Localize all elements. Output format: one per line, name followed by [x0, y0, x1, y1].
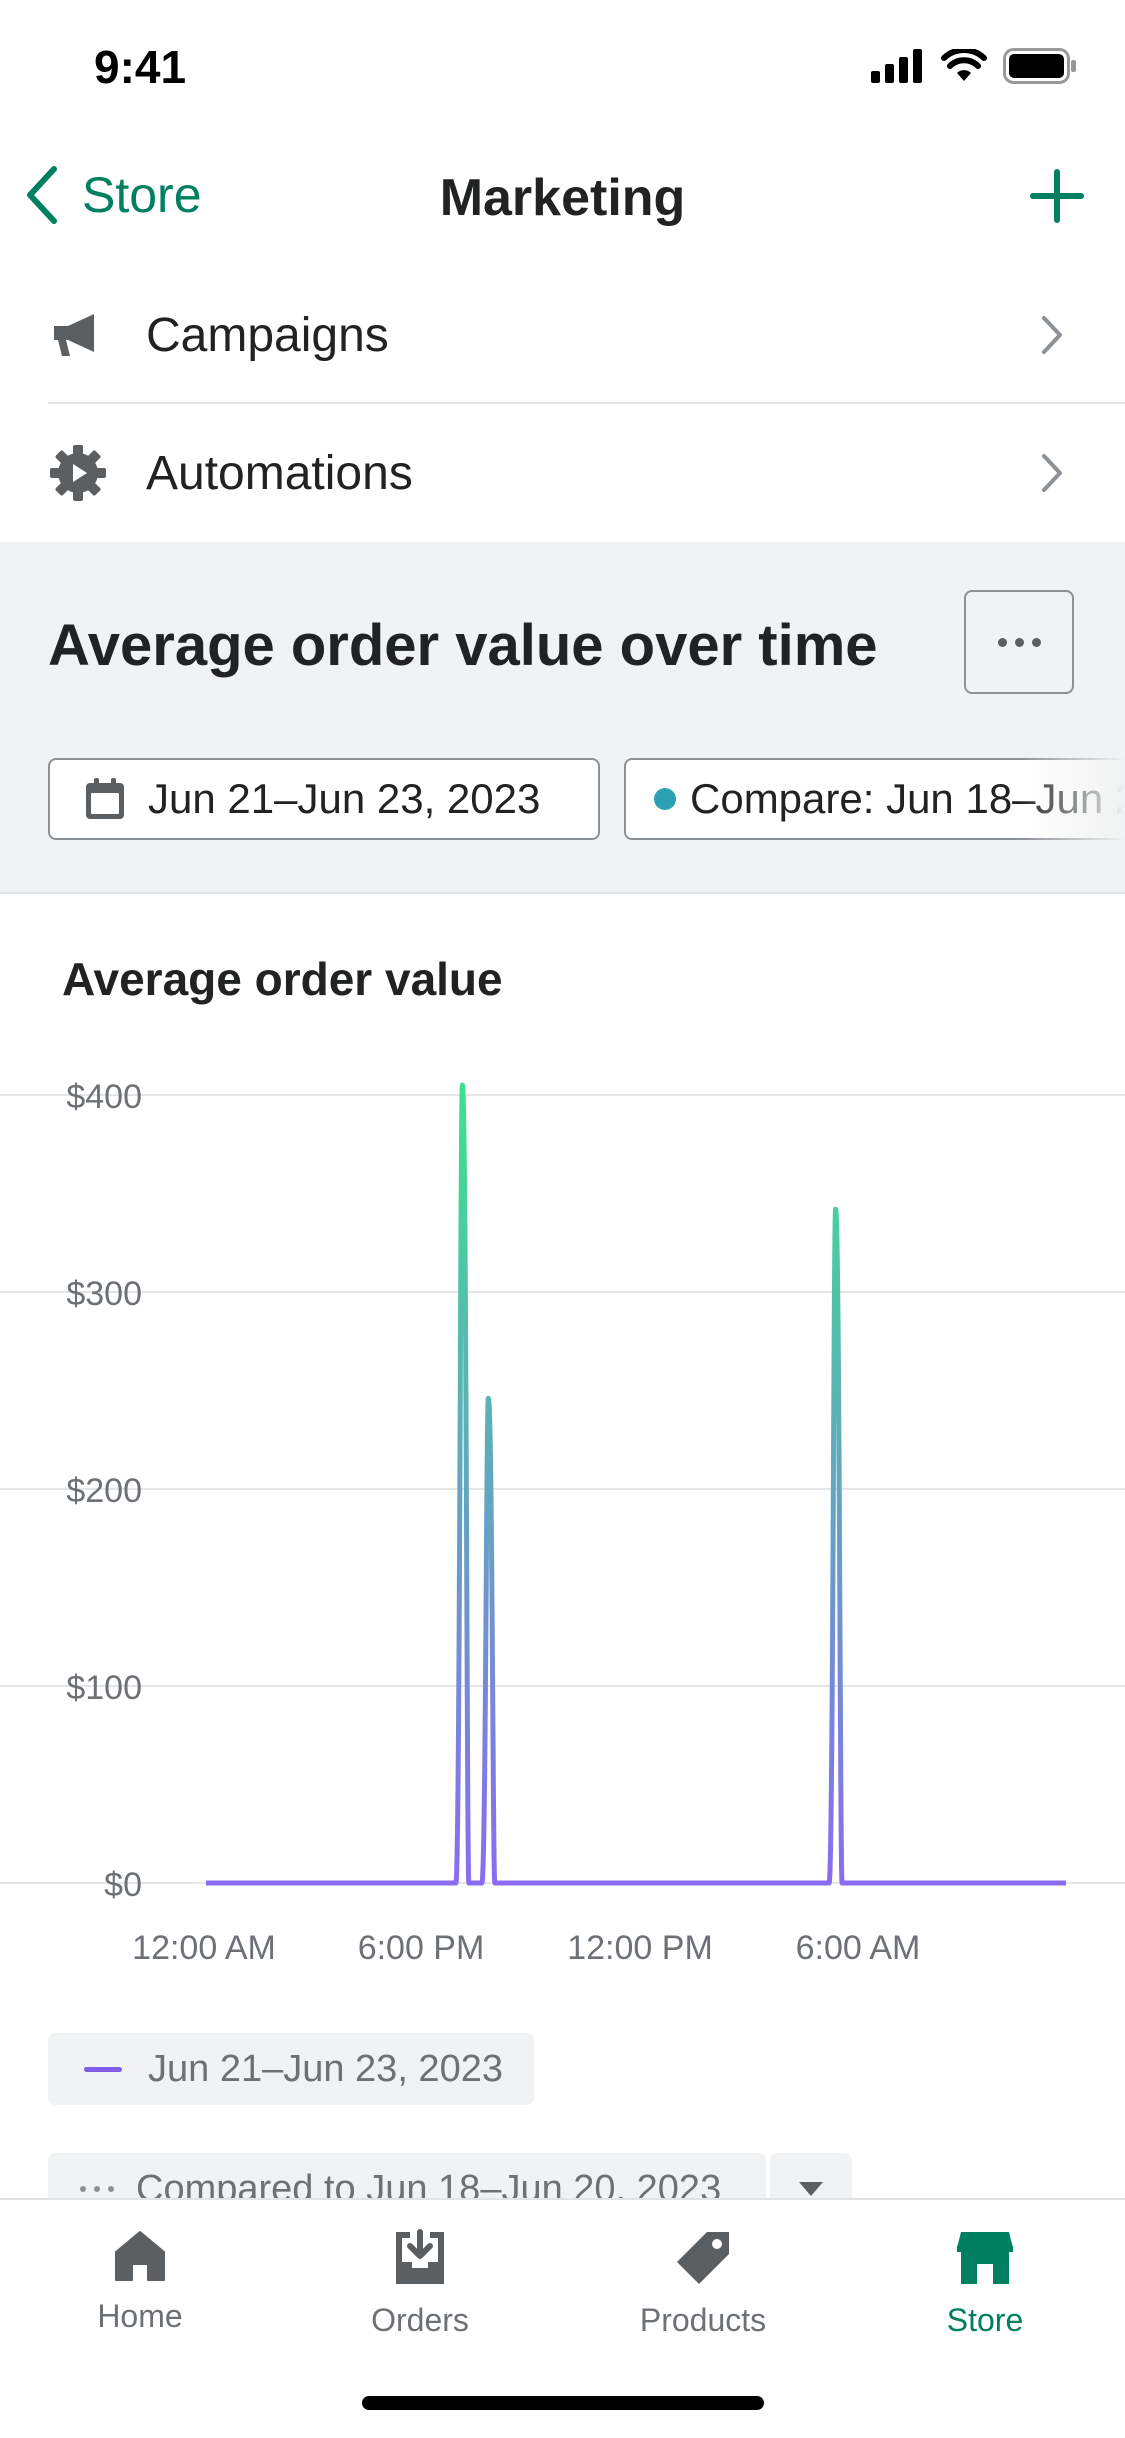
date-range-label: Jun 21–Jun 23, 2023 [148, 775, 541, 822]
legend-dotted-swatch [80, 2186, 114, 2192]
y-tick-label: $300 [66, 1275, 142, 1313]
tag-icon [677, 2232, 729, 2284]
status-time: 9:41 [94, 41, 187, 93]
chevron-left-icon [27, 166, 57, 224]
more-options-button[interactable] [964, 590, 1074, 694]
tab-products[interactable]: Products [563, 2228, 843, 2339]
y-tick-label: $0 [104, 1866, 142, 1904]
back-button[interactable]: Store [24, 165, 202, 225]
orders-icon [396, 2229, 444, 2284]
x-tick-label: 12:00 PM [567, 1929, 713, 1967]
store-icon [957, 2232, 1013, 2284]
automations-row[interactable]: Automations [0, 404, 1125, 542]
tab-products-label: Products [639, 2302, 767, 2338]
plus-icon [1030, 169, 1084, 223]
compare-color-dot [654, 788, 676, 810]
compare-label: Compare: Jun 18–Jun 20, 2023 [690, 775, 1125, 822]
signal-icon [871, 49, 922, 83]
add-button[interactable] [1029, 168, 1085, 229]
battery-icon [1003, 48, 1076, 84]
tab-home[interactable]: Home [0, 2228, 280, 2335]
average-order-value-chart: $400 $300 $200 $100 $0 12:00 AM 6:00 PM 12:00 P… [0, 1078, 1125, 1967]
x-tick-label: 12:00 AM [132, 1929, 276, 1967]
chevron-right-icon [1042, 316, 1062, 354]
y-tick-label: $400 [66, 1078, 142, 1116]
chart-title: Average order value [62, 953, 503, 1005]
wifi-icon [941, 49, 987, 81]
campaigns-row[interactable]: Campaigns [0, 266, 1125, 404]
compare-picker[interactable]: Compare: Jun 18–Jun 20, 2023 [624, 758, 1125, 840]
legend-current[interactable]: Jun 21–Jun 23, 2023 [48, 2033, 534, 2105]
ellipsis-icon [997, 637, 1007, 647]
report-header [0, 542, 1125, 894]
tab-orders[interactable]: Orders [280, 2228, 560, 2339]
caret-down-icon [799, 2182, 823, 2196]
legend-line-swatch [84, 2066, 122, 2072]
automations-label: Automations [146, 446, 413, 500]
calendar-icon [86, 778, 124, 819]
tab-home-label: Home [97, 2298, 183, 2334]
tab-orders-label: Orders [371, 2302, 469, 2338]
series-line [206, 1082, 1066, 1886]
y-tick-label: $100 [66, 1669, 142, 1707]
campaigns-label: Campaigns [146, 308, 389, 362]
home-icon [115, 2231, 165, 2281]
date-range-picker[interactable]: Jun 21–Jun 23, 2023 [48, 758, 600, 840]
legend-current-label: Jun 21–Jun 23, 2023 [148, 2047, 503, 2090]
chevron-right-icon [1042, 454, 1062, 492]
y-tick-label: $200 [66, 1472, 142, 1510]
x-tick-label: 6:00 AM [796, 1929, 921, 1967]
megaphone-icon [48, 310, 108, 360]
gear-play-icon [48, 443, 108, 503]
back-label: Store [82, 167, 202, 223]
report-title: Average order value over time [48, 613, 878, 678]
status-icons [871, 48, 1077, 84]
tab-store-label: Store [946, 2302, 1024, 2338]
home-indicator [362, 2396, 764, 2410]
tab-store[interactable]: Store [845, 2228, 1125, 2339]
x-tick-label: 6:00 PM [358, 1929, 485, 1967]
